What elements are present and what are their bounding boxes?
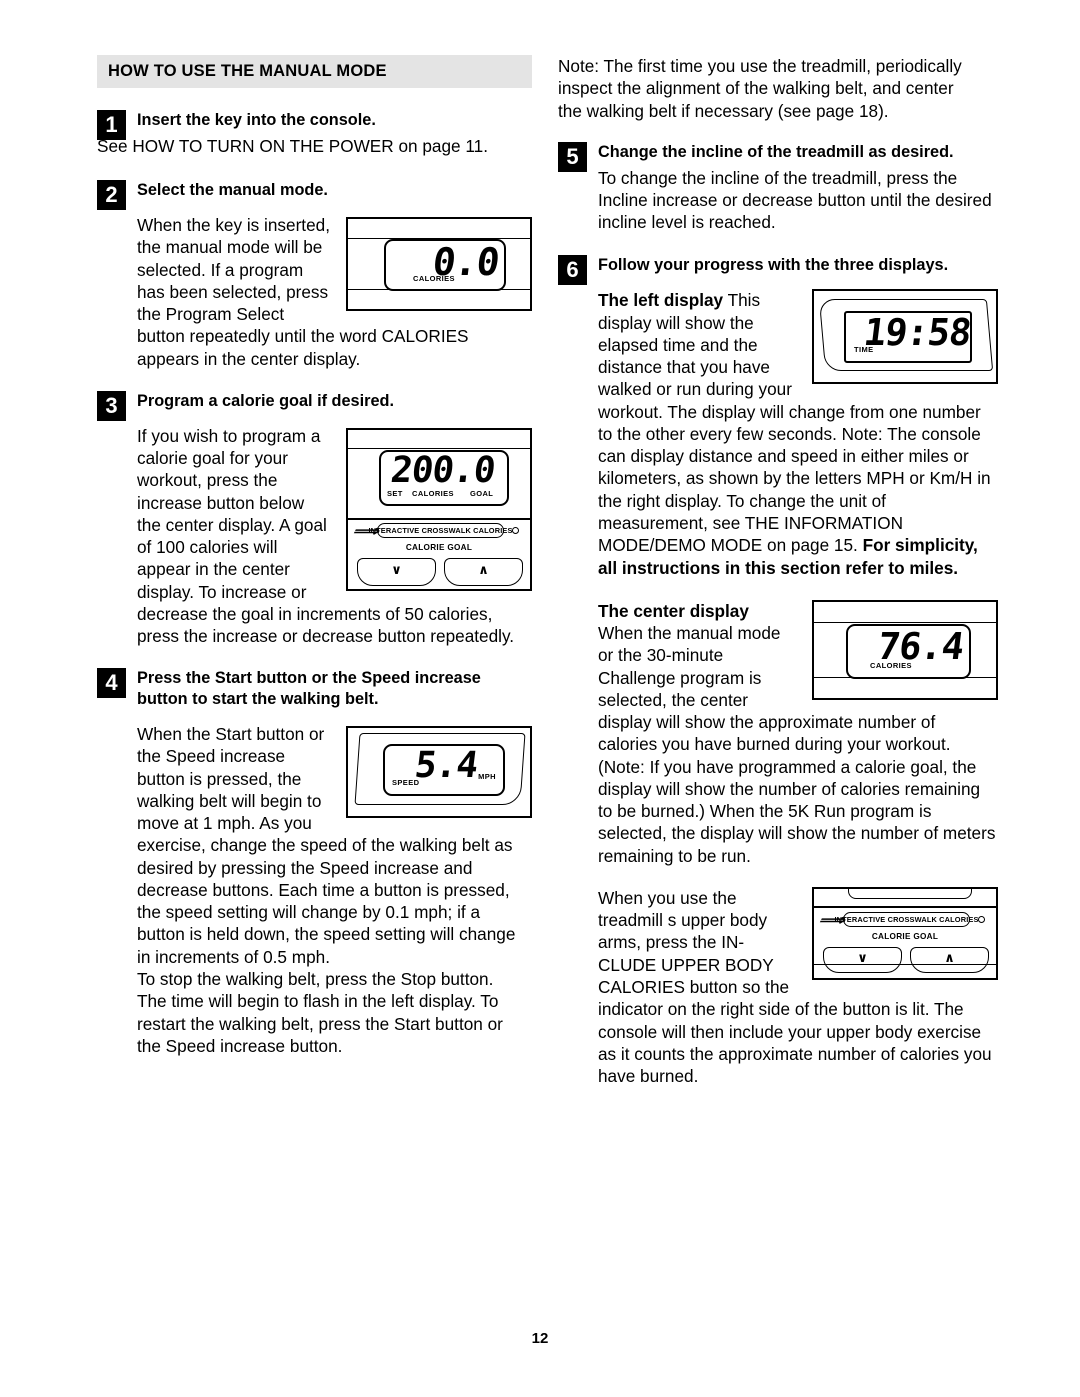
step-5-number: 5 (558, 141, 587, 172)
console-housing: 200.0 SET CALORIES GOAL ⟹ INTERACTIVE CR… (346, 427, 532, 591)
step-4-number: 4 (97, 668, 126, 699)
chevron-down-icon: ∨ (391, 562, 402, 578)
chevron-up-icon: ∧ (478, 562, 489, 578)
right-column: Note: The first time you use the treadmi… (558, 55, 998, 1087)
console-bottom-trim (814, 676, 996, 693)
left-display-heading: The left display (598, 290, 724, 311)
lcd-screen: 200.0 SET CALORIES GOAL (379, 449, 509, 506)
lcd-digits: 5.4 (412, 745, 480, 787)
left-column: HOW TO USE THE MANUAL MODE 1 Insert the … (97, 55, 532, 1057)
lcd-label-set: SET (387, 488, 403, 498)
lcd-digits: 76.4 (875, 624, 966, 668)
figure-time-display: 19:58 TIME (812, 289, 998, 385)
console-top-trim (348, 223, 530, 239)
calorie-goal-increase-button[interactable]: ∧ (444, 557, 523, 586)
figure-calories-zero: 0.0 CALORIES (346, 216, 532, 311)
step-1-body: See HOW TO TURN ON THE POWER on page 11. (97, 135, 488, 156)
figure-center-calories-display: 76.4 CALORIES (812, 599, 998, 700)
panel-label-calorie-goal: CALORIE GOAL (871, 931, 939, 941)
lcd-label-goal: GOAL (470, 488, 494, 498)
step-5: 5 Change the incline of the treadmill as… (558, 141, 998, 172)
lcd-label-calories: CALORIES (412, 488, 454, 498)
interactive-crosswalk-calories-button[interactable]: INTERACTIVE CROSSWALK CALORIES (368, 522, 512, 538)
step-1-number: 1 (97, 110, 126, 140)
console-top-trim (814, 607, 996, 623)
console-housing: 5.4 SPEED MPH (346, 726, 532, 819)
figure-upper-body-panel: ⟹ INTERACTIVE CROSSWALK CALORIES CALORIE… (812, 886, 998, 980)
step-2-wrap: 0.0 CALORIES When the key is inserted, t… (97, 214, 532, 370)
step-3: 3 Program a calorie goal if desired. (97, 390, 532, 421)
lcd-screen: 76.4 CALORIES (846, 623, 971, 679)
calorie-goal-decrease-button[interactable]: ∨ (357, 557, 436, 586)
step-2-number: 2 (97, 180, 126, 211)
step-1: 1 Insert the key into the console. (97, 109, 532, 140)
lcd-label-calories: CALORIES (413, 273, 455, 283)
figure-calorie-goal: 200.0 SET CALORIES GOAL ⟹ INTERACTIVE CR… (346, 427, 532, 591)
step-4-title: Press the Start button or the Speed incr… (137, 669, 481, 709)
lcd-label-calories: CALORIES (870, 660, 912, 670)
lcd-screen: 19:58 TIME (844, 311, 974, 364)
console-housing: 19:58 TIME (812, 289, 998, 385)
step-5-title: Change the incline of the treadmill as d… (598, 142, 954, 161)
interactive-crosswalk-calories-button[interactable]: INTERACTIVE CROSSWALK CALORIES (834, 911, 978, 927)
console-housing: 76.4 CALORIES (812, 599, 998, 700)
lcd-digits: 200.0 (388, 449, 497, 491)
page-number: 12 (531, 1330, 549, 1347)
figure-speed-display: 5.4 SPEED MPH (346, 726, 532, 819)
document-page: HOW TO USE THE MANUAL MODE 1 Insert the … (0, 0, 1080, 1397)
lcd-label-mph: MPH (478, 772, 496, 782)
section-heading: HOW TO USE THE MANUAL MODE (108, 62, 387, 80)
step-4: 4 Press the Start button or the Speed in… (97, 667, 532, 710)
step-2-title: Select the manual mode. (137, 181, 328, 200)
lcd-screen: 0.0 CALORIES (384, 238, 506, 291)
step-3-number: 3 (97, 390, 126, 421)
panel-divider (814, 905, 996, 908)
step-3-wrap: 200.0 SET CALORIES GOAL ⟹ INTERACTIVE CR… (97, 425, 532, 648)
console-housing: ⟹ INTERACTIVE CROSSWALK CALORIES CALORIE… (812, 886, 998, 980)
step-4-body-after: To stop the walking belt, press the Stop… (137, 969, 503, 1056)
indicator-led-icon (978, 915, 985, 923)
step-3-title: Program a calorie goal if desired. (137, 391, 394, 410)
lcd-label-speed: SPEED (392, 778, 420, 788)
step-1-title: Insert the key into the console. (137, 111, 376, 129)
console-housing: 0.0 CALORIES (346, 216, 532, 311)
section-header-bar: HOW TO USE THE MANUAL MODE (97, 55, 532, 88)
step-2: 2 Select the manual mode. (97, 179, 532, 211)
upper-body-wrap: ⟹ INTERACTIVE CROSSWALK CALORIES CALORIE… (558, 886, 998, 1087)
left-display-wrap: 19:58 TIME The left display This display… (558, 289, 998, 578)
lcd-label-time: TIME (854, 345, 874, 355)
step-4-wrap: 5.4 SPEED MPH When the Start button or t… (97, 723, 532, 968)
console-top-trim (348, 433, 530, 449)
indicator-led-icon (512, 526, 519, 534)
step-6: 6 Follow your progress with the three di… (558, 254, 998, 286)
note-top: Note: The first time you use the treadmi… (558, 56, 962, 121)
panel-label-calorie-goal: CALORIE GOAL (405, 542, 473, 552)
lcd-digits: 19:58 (861, 311, 974, 355)
console-bottom-trim (348, 288, 530, 305)
lcd-screen: 5.4 SPEED MPH (383, 744, 505, 797)
center-display-wrap: 76.4 CALORIES The center display When the… (558, 599, 998, 867)
console-bottom-trim (814, 963, 996, 978)
step-5-body: To change the incline of the treadmill, … (598, 167, 992, 233)
panel-divider (348, 517, 530, 520)
center-display-heading: The center display (598, 600, 749, 621)
lcd-bottom-edge (848, 888, 972, 899)
step-6-number: 6 (558, 255, 587, 286)
step-6-title: Follow your progress with the three disp… (598, 256, 949, 275)
